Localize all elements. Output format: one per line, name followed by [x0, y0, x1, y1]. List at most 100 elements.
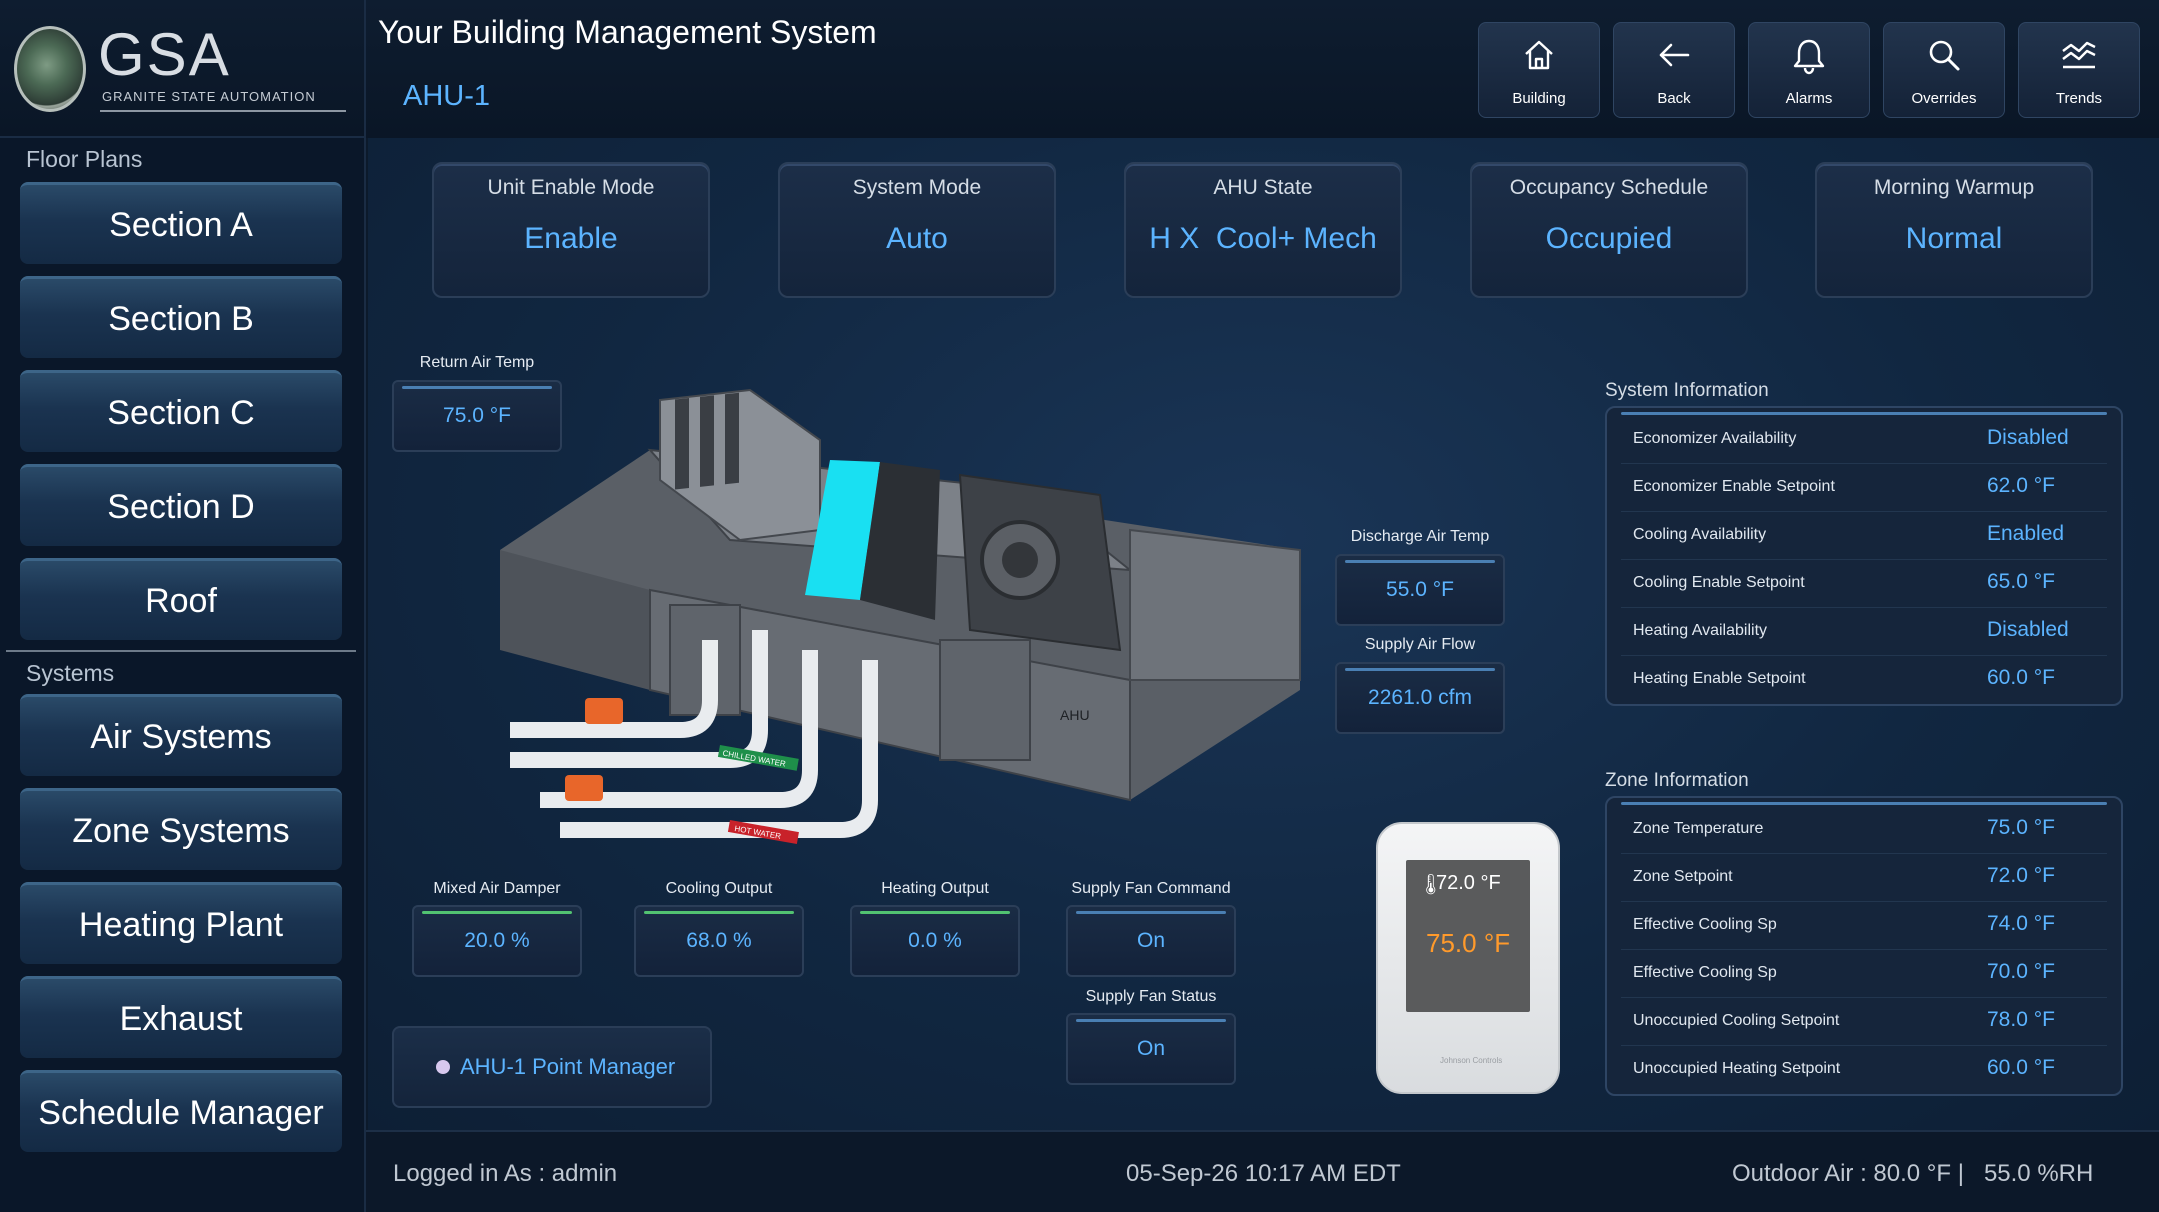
- info-key: Heating Enable Setpoint: [1633, 670, 1806, 687]
- system-info-panel: Economizer Availability Disabled Economiz…: [1605, 406, 2123, 706]
- heating-output-value[interactable]: 0.0 %: [850, 905, 1020, 977]
- nav-back-label: Back: [1657, 90, 1691, 107]
- info-row[interactable]: Economizer Enable Setpoint 62.0 °F: [1621, 464, 2107, 512]
- info-key: Unoccupied Heating Setpoint: [1633, 1060, 1841, 1077]
- status-dot-icon: [436, 1060, 450, 1074]
- cooling-output-value[interactable]: 68.0 %: [634, 905, 804, 977]
- trend-icon: [2062, 41, 2096, 69]
- unit-enable-mode-card[interactable]: Unit Enable Mode Enable: [432, 162, 710, 298]
- info-row[interactable]: Unoccupied Cooling Setpoint 78.0 °F: [1621, 998, 2107, 1046]
- mode-card-value: Auto: [886, 222, 948, 255]
- sidebar-item-section-b[interactable]: Section B: [20, 276, 342, 358]
- back-arrow-icon: [1659, 43, 1690, 67]
- bell-icon: [1793, 39, 1825, 75]
- info-value: 78.0 °F: [1987, 1008, 2055, 1031]
- sidebar-item-heating-plant[interactable]: Heating Plant: [20, 882, 342, 964]
- info-key: Zone Temperature: [1633, 820, 1764, 837]
- morning-warmup-card[interactable]: Morning Warmup Normal: [1815, 162, 2093, 298]
- search-icon: [1929, 40, 1960, 71]
- info-row[interactable]: Heating Enable Setpoint 60.0 °F: [1621, 656, 2107, 704]
- return-air-temp-text: 75.0 °F: [443, 404, 511, 427]
- nav-overrides-button[interactable]: Overrides: [1883, 22, 2005, 118]
- thermostat-brand: Johnson Controls: [1440, 1056, 1503, 1065]
- supply-fan-status-value[interactable]: On: [1066, 1013, 1236, 1085]
- info-value: 74.0 °F: [1987, 912, 2055, 935]
- discharge-air-temp-label: Discharge Air Temp: [1350, 528, 1490, 545]
- systems-heading: Systems: [26, 660, 115, 686]
- sidebar-item-zone-systems[interactable]: Zone Systems: [20, 788, 342, 870]
- info-key: Economizer Enable Setpoint: [1633, 478, 1835, 495]
- sidebar-item-exhaust[interactable]: Exhaust: [20, 976, 342, 1058]
- mixed-air-damper-value[interactable]: 20.0 %: [412, 905, 582, 977]
- info-key: Unoccupied Cooling Setpoint: [1633, 1012, 1840, 1029]
- info-row[interactable]: Economizer Availability Disabled: [1621, 416, 2107, 464]
- info-row[interactable]: Effective Cooling Sp 74.0 °F: [1621, 902, 2107, 950]
- supply-air-flow-value[interactable]: 2261.0 cfm: [1335, 662, 1505, 734]
- nav-trends-button[interactable]: Trends: [2018, 22, 2140, 118]
- nav-alarms-button[interactable]: Alarms: [1748, 22, 1870, 118]
- info-value: 70.0 °F: [1987, 960, 2055, 983]
- nav-trends-label: Trends: [2055, 90, 2103, 107]
- info-key: Effective Cooling Sp: [1633, 916, 1777, 933]
- info-row[interactable]: Cooling Availability Enabled: [1621, 512, 2107, 560]
- thermostat-device[interactable]: 🌡 72.0 °F 75.0 °F Johnson Controls: [1376, 822, 1560, 1094]
- info-value: Disabled: [1987, 618, 2069, 641]
- brand-name: GSA: [98, 21, 231, 88]
- info-key: Zone Setpoint: [1633, 868, 1733, 885]
- discharge-air-temp-value[interactable]: 55.0 °F: [1335, 554, 1505, 626]
- point-manager-button[interactable]: AHU-1 Point Manager: [392, 1026, 712, 1108]
- mode-card-title: Morning Warmup: [1873, 176, 2035, 199]
- cooling-output-label: Cooling Output: [665, 880, 773, 897]
- app-title: Your Building Management System: [378, 14, 877, 50]
- info-value: 60.0 °F: [1987, 1056, 2055, 1079]
- supply-fan-command-text: On: [1136, 929, 1165, 952]
- nav-building-button[interactable]: Building: [1478, 22, 1600, 118]
- outdoor-air-readout: Outdoor Air : 80.0 °F | 55.0 %RH: [1732, 1160, 2094, 1187]
- info-key: Economizer Availability: [1633, 430, 1797, 447]
- discharge-air-temp-text: 55.0 °F: [1386, 578, 1454, 601]
- sidebar-item-section-d[interactable]: Section D: [20, 464, 342, 546]
- info-value: 65.0 °F: [1987, 570, 2055, 593]
- info-row[interactable]: Zone Setpoint 72.0 °F: [1621, 854, 2107, 902]
- return-air-temp-value[interactable]: 75.0 °F: [392, 380, 562, 452]
- mode-card-title: Occupancy Schedule: [1509, 176, 1709, 199]
- return-air-temp-label: Return Air Temp: [419, 354, 535, 371]
- mode-card-value: Enable: [524, 222, 618, 255]
- brand-tagline: GRANITE STATE AUTOMATION: [102, 89, 316, 104]
- info-row[interactable]: Effective Cooling Sp 70.0 °F: [1621, 950, 2107, 998]
- nav-back-button[interactable]: Back: [1613, 22, 1735, 118]
- mode-card-value: H X Cool+ Mech: [1149, 222, 1377, 255]
- nav-building-label: Building: [1512, 90, 1566, 107]
- sidebar-item-section-c[interactable]: Section C: [20, 370, 342, 452]
- zone-info-panel: Zone Temperature 75.0 °F Zone Setpoint 72.…: [1605, 796, 2123, 1096]
- info-row[interactable]: Zone Temperature 75.0 °F: [1621, 806, 2107, 854]
- info-row[interactable]: Heating Availability Disabled: [1621, 608, 2107, 656]
- info-key: Heating Availability: [1633, 622, 1768, 639]
- sidebar-item-roof[interactable]: Roof: [20, 558, 342, 640]
- supply-fan-status-text: On: [1136, 1037, 1165, 1060]
- zone-info-title: Zone Information: [1605, 770, 1749, 791]
- system-mode-card[interactable]: System Mode Auto: [778, 162, 1056, 298]
- thermostat-temperature: 75.0 °F: [1426, 928, 1511, 958]
- occupancy-schedule-card[interactable]: Occupancy Schedule Occupied: [1470, 162, 1748, 298]
- sidebar-divider: [6, 650, 356, 652]
- system-info-title: System Information: [1605, 380, 1769, 401]
- supply-fan-command-label: Supply Fan Command: [1071, 880, 1231, 897]
- sidebar-item-air-systems[interactable]: Air Systems: [20, 694, 342, 776]
- info-row[interactable]: Unoccupied Heating Setpoint 60.0 °F: [1621, 1046, 2107, 1094]
- info-value: 72.0 °F: [1987, 864, 2055, 887]
- supply-fan-command-value[interactable]: On: [1066, 905, 1236, 977]
- info-value: 62.0 °F: [1987, 474, 2055, 497]
- logo-seal-icon: [14, 26, 86, 112]
- logo-area: GSA GRANITE STATE AUTOMATION: [0, 0, 366, 138]
- floor-plans-heading: Floor Plans: [26, 146, 143, 172]
- sidebar-item-schedule-manager[interactable]: Schedule Manager: [20, 1070, 342, 1152]
- sidebar-item-section-a[interactable]: Section A: [20, 182, 342, 264]
- info-row[interactable]: Cooling Enable Setpoint 65.0 °F: [1621, 560, 2107, 608]
- mode-card-value: Occupied: [1545, 222, 1673, 255]
- nav-alarms-label: Alarms: [1785, 90, 1833, 107]
- ahu-state-card[interactable]: AHU State H X Cool+ Mech: [1124, 162, 1402, 298]
- info-key: Effective Cooling Sp: [1633, 964, 1777, 981]
- mode-card-title: System Mode: [852, 176, 982, 199]
- mode-card-title: Unit Enable Mode: [487, 176, 655, 199]
